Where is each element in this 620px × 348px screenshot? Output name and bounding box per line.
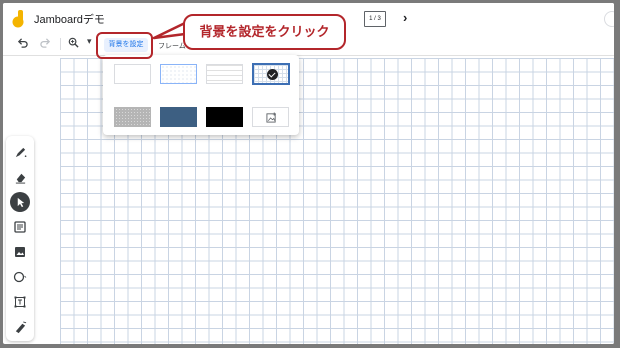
frame-counter[interactable]: 1 / 3	[361, 11, 386, 30]
highlight-box	[96, 32, 153, 59]
background-option-gray-dots[interactable]	[114, 107, 151, 127]
background-panel	[103, 55, 299, 135]
laser-icon[interactable]	[10, 317, 30, 337]
account-avatar[interactable]	[604, 11, 614, 27]
image-icon[interactable]	[10, 242, 30, 262]
app-window: Jamboardデモ 1 / 3 › ▾ 背景を設定 フレーム 背景を設定をクリ…	[3, 3, 614, 344]
callout-bubble: 背景を設定をクリック	[183, 14, 346, 50]
toolbar-divider	[60, 38, 61, 50]
background-option-image[interactable]	[252, 107, 289, 127]
undo-icon[interactable]	[17, 37, 28, 51]
pen-icon[interactable]	[10, 142, 30, 162]
text-box-icon[interactable]	[10, 292, 30, 312]
zoom-dropdown-icon[interactable]: ▾	[87, 36, 92, 47]
background-option-black[interactable]	[206, 107, 243, 127]
add-image-icon	[266, 112, 276, 123]
sticky-note-icon[interactable]	[10, 217, 30, 237]
background-option-grid[interactable]	[252, 63, 290, 85]
background-option-blue[interactable]	[160, 107, 197, 127]
callout-pointer	[153, 21, 186, 40]
circle-icon[interactable]	[10, 267, 30, 287]
app-title[interactable]: Jamboardデモ	[34, 11, 105, 27]
background-option-lines[interactable]	[206, 64, 243, 84]
chevron-right-icon[interactable]: ›	[403, 10, 407, 25]
tool-rail	[6, 136, 34, 341]
eraser-icon[interactable]	[10, 167, 30, 187]
redo-icon[interactable]	[40, 37, 51, 51]
background-option-blank[interactable]	[114, 64, 151, 84]
frame-button[interactable]: フレーム	[158, 41, 186, 51]
checkmark-icon	[267, 69, 278, 80]
jamboard-logo-icon	[12, 10, 24, 28]
select-icon[interactable]	[10, 192, 30, 212]
background-option-dots[interactable]	[160, 64, 197, 84]
zoom-in-icon[interactable]	[68, 37, 79, 51]
